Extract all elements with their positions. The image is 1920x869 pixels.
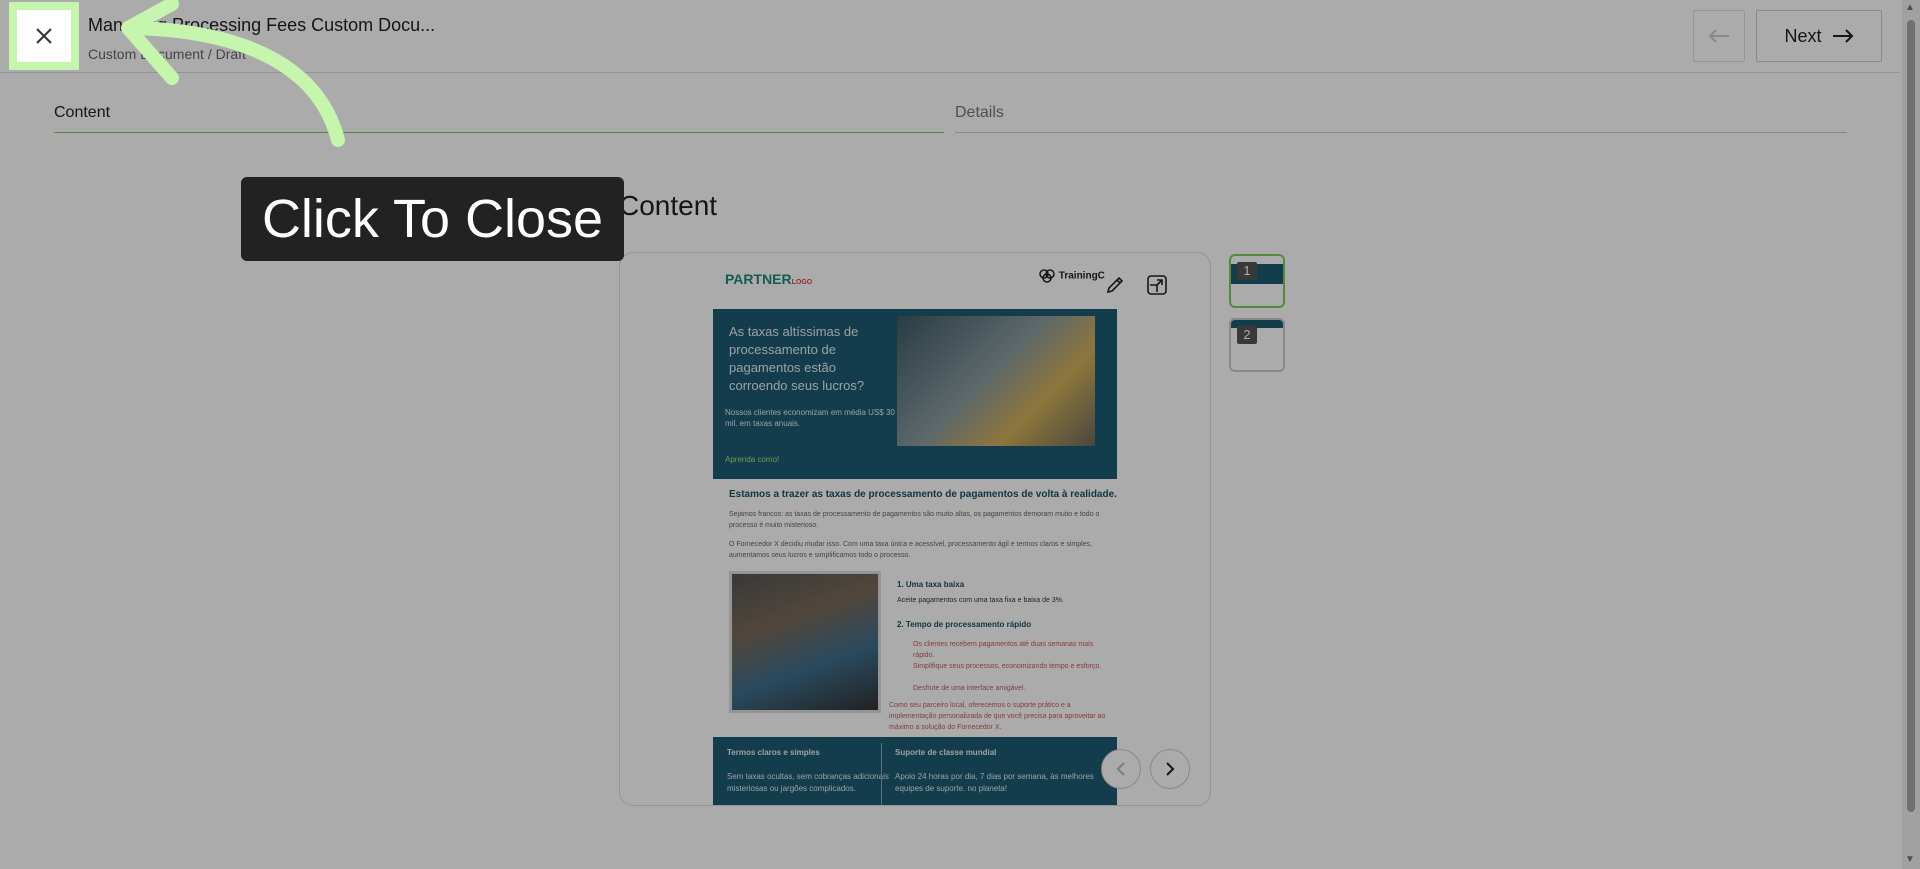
curved-arrow-icon (121, 0, 345, 147)
tooltip-callout: Click To Close (241, 177, 624, 261)
